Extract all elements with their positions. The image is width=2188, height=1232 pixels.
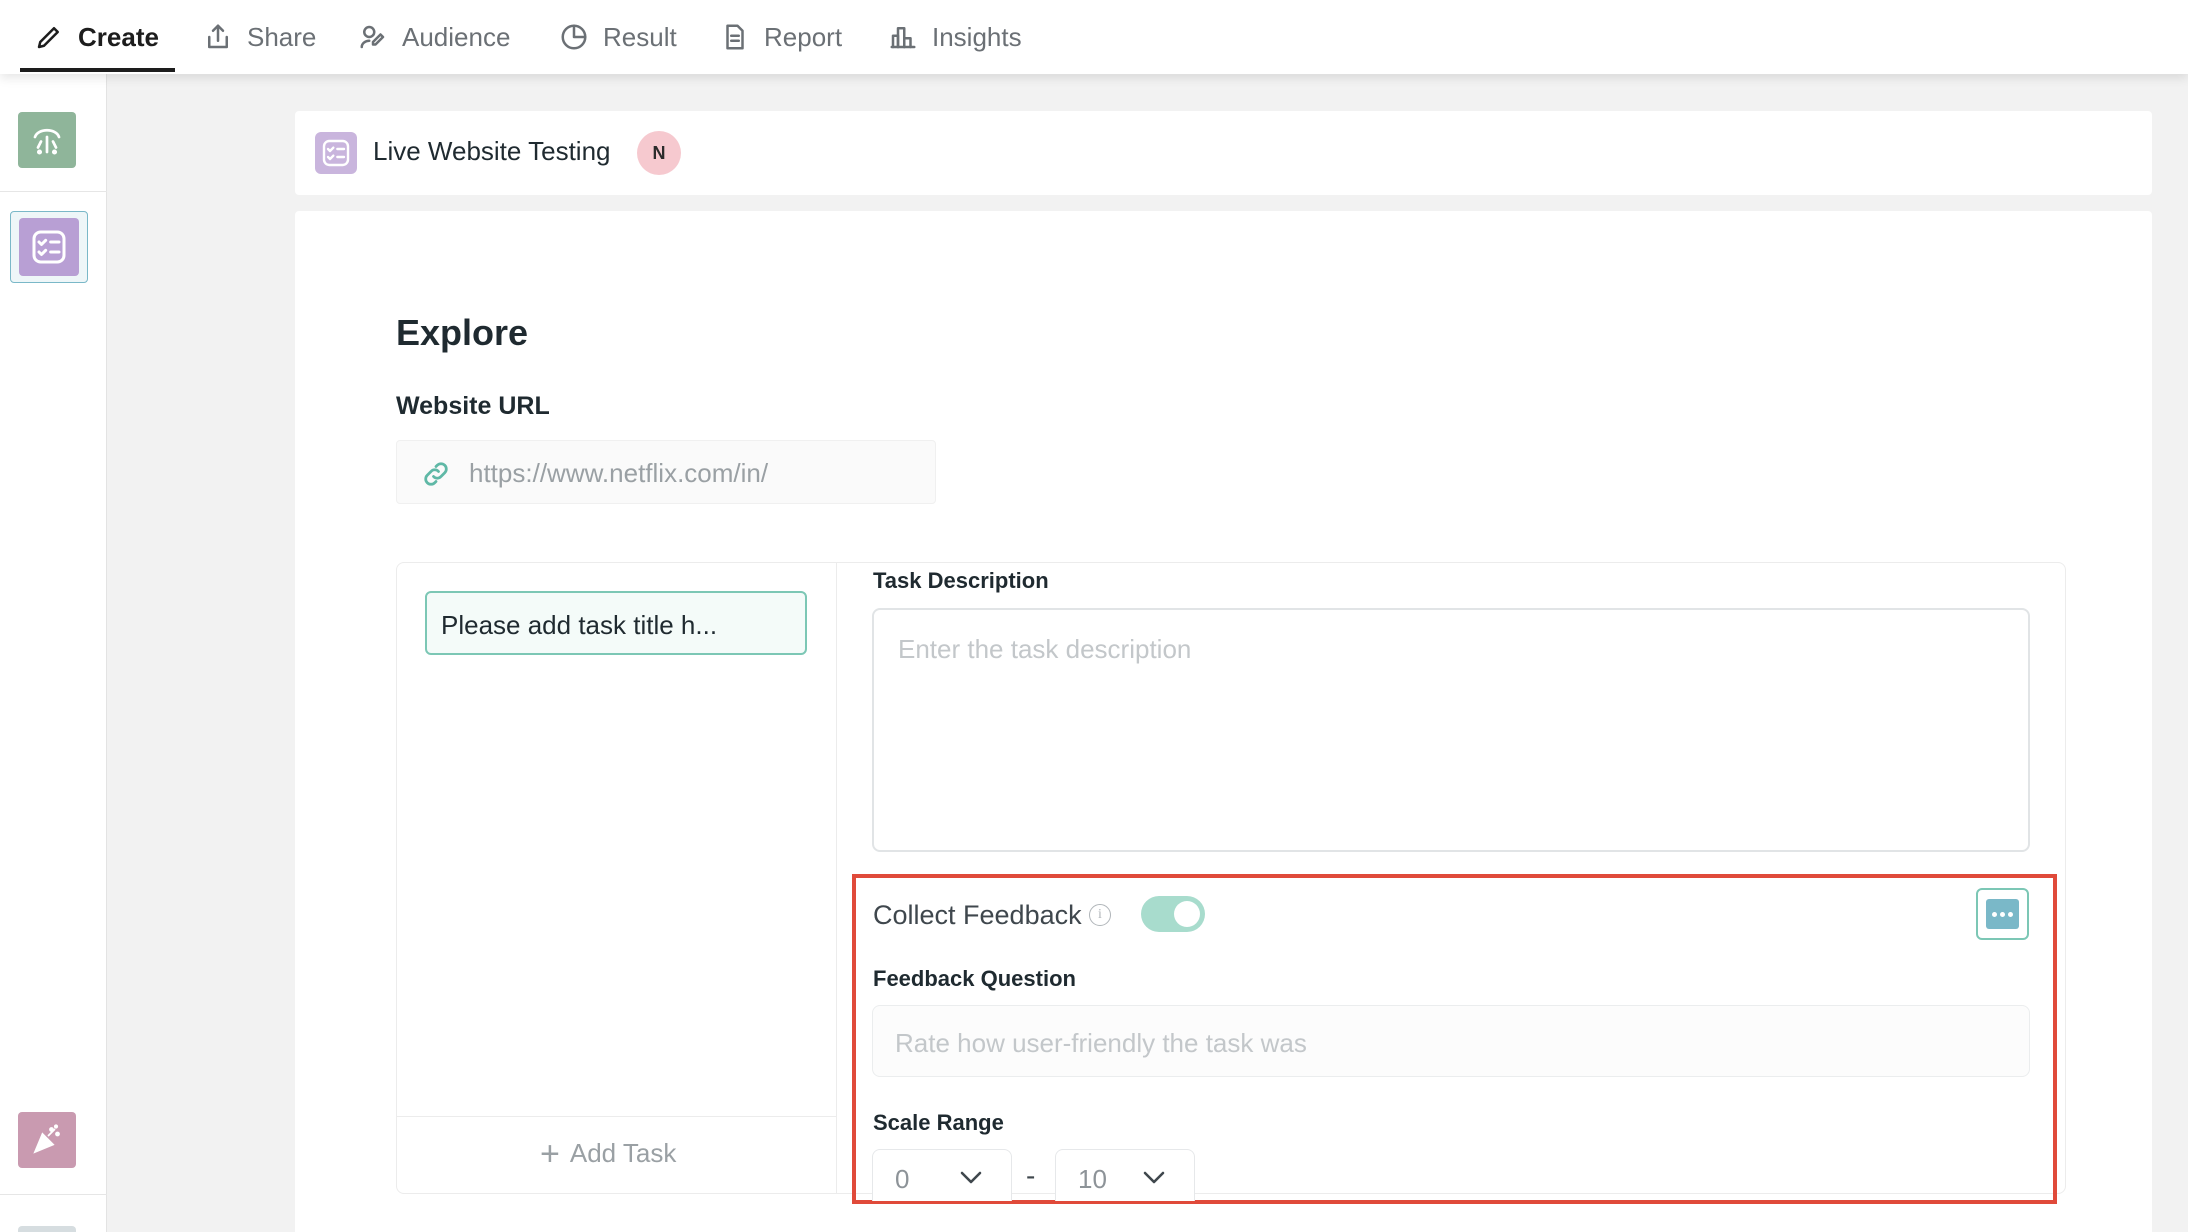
block-title: Live Website Testing — [373, 136, 611, 166]
scale-min-value: 0 — [895, 1164, 910, 1194]
website-url-field[interactable]: https://www.netflix.com/in/ — [396, 440, 936, 504]
info-icon[interactable]: i — [1089, 904, 1111, 926]
rail-divider — [0, 191, 107, 192]
feedback-question-input[interactable]: Rate how user-friendly the task was — [872, 1005, 2030, 1077]
tab-report[interactable]: Report — [720, 0, 842, 74]
document-icon — [726, 24, 744, 50]
task-description-textarea[interactable]: Enter the task description — [872, 608, 2030, 852]
welcome-block-thumbnail[interactable] — [18, 112, 76, 168]
checklist-icon — [315, 132, 357, 174]
user-avatar-badge: N — [637, 131, 681, 175]
tab-create-label: Create — [78, 21, 159, 52]
chevron-down-icon — [1143, 1171, 1165, 1184]
block-header: Live Website Testing N — [295, 111, 2152, 195]
website-url-label: Website URL — [396, 392, 550, 420]
feedback-question-label: Feedback Question — [873, 966, 1076, 991]
task-description-placeholder: Enter the task description — [898, 634, 1192, 664]
next-block-thumbnail[interactable] — [18, 1226, 76, 1232]
left-rail — [0, 74, 107, 1232]
plus-icon: + — [540, 1134, 560, 1173]
task-title-input[interactable]: Please add task title h... — [425, 591, 807, 655]
scale-range-separator: - — [1026, 1160, 1036, 1191]
add-task-button[interactable]: + Add Task — [540, 1134, 677, 1173]
add-task-label: Add Task — [569, 1138, 677, 1168]
chevron-down-icon — [960, 1171, 982, 1184]
website-url-value: https://www.netflix.com/in/ — [469, 458, 769, 488]
scale-min-select[interactable]: 0 — [872, 1149, 1012, 1201]
collect-feedback-toggle[interactable] — [1141, 896, 1205, 932]
tab-insights[interactable]: Insights — [888, 0, 1022, 74]
party-popper-icon — [33, 1124, 60, 1154]
live-website-testing-thumbnail[interactable] — [10, 211, 88, 283]
tab-create[interactable]: Create — [34, 0, 159, 74]
pencil-icon — [37, 27, 59, 49]
checklist-icon — [32, 230, 66, 264]
link-icon — [424, 462, 448, 486]
rail-divider — [0, 1194, 107, 1195]
tab-result[interactable]: Result — [559, 0, 677, 74]
active-tab-indicator — [20, 68, 175, 72]
scale-max-select[interactable]: 10 — [1055, 1149, 1195, 1201]
add-task-divider — [397, 1116, 836, 1117]
task-title-value: Please add task title h... — [441, 610, 718, 640]
tab-result-label: Result — [603, 21, 677, 52]
feedback-question-placeholder: Rate how user-friendly the task was — [895, 1028, 1307, 1058]
thank-you-block-thumbnail[interactable] — [18, 1112, 76, 1168]
pie-chart-icon — [561, 24, 587, 50]
tab-audience[interactable]: Audience — [358, 0, 510, 74]
tab-audience-label: Audience — [402, 21, 511, 52]
scale-icon — [1986, 899, 2019, 929]
task-description-label: Task Description — [873, 568, 1049, 593]
share-icon — [208, 24, 228, 49]
feedback-type-button[interactable] — [1976, 888, 2029, 940]
toggle-knob — [1174, 901, 1200, 927]
scale-range-label: Scale Range — [873, 1110, 1004, 1135]
scale-max-value: 10 — [1078, 1164, 1107, 1194]
tasks-column-divider — [836, 563, 837, 1193]
audience-icon — [360, 25, 385, 49]
tab-share[interactable]: Share — [203, 0, 316, 74]
tab-report-label: Report — [764, 21, 843, 52]
top-nav: Create Share Audience Result Report Insi… — [0, 0, 2188, 74]
collect-feedback-label: Collect Feedback — [873, 900, 1082, 930]
tab-share-label: Share — [247, 21, 317, 52]
section-title: Explore — [396, 312, 529, 353]
celebration-icon — [33, 128, 61, 155]
tab-insights-label: Insights — [932, 21, 1022, 52]
bar-chart-icon — [890, 27, 916, 49]
